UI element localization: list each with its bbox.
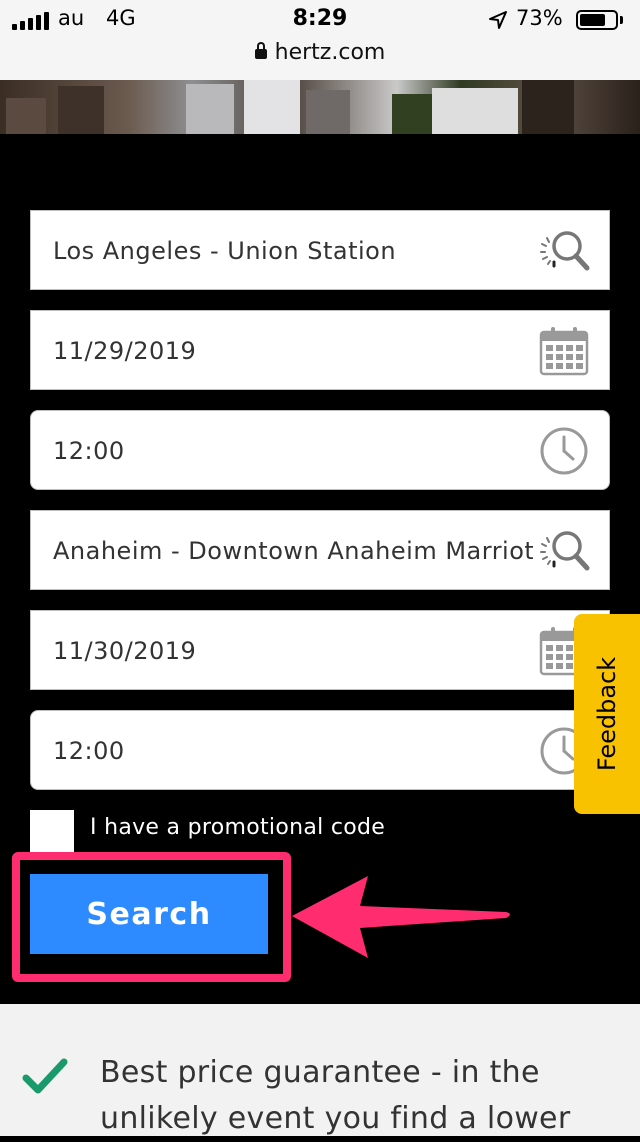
promo-code-label[interactable]: I have a promotional code (90, 815, 385, 840)
promo-code-checkbox[interactable] (30, 810, 74, 854)
battery-percent: 73% (516, 6, 563, 30)
pickup-time-value: 12:00 (53, 437, 125, 465)
hero-image (0, 80, 640, 134)
search-loading-icon (540, 531, 590, 571)
return-date-value: 11/30/2019 (53, 637, 197, 665)
location-arrow-icon (489, 11, 507, 29)
battery-tip (620, 16, 623, 24)
return-time-field[interactable]: 12:00 (30, 710, 610, 790)
url-text: hertz.com (274, 40, 386, 65)
pointer-arrow-icon (292, 876, 510, 958)
pickup-time-field[interactable]: 12:00 (30, 410, 610, 490)
battery-icon (576, 10, 618, 30)
pickup-location-field[interactable]: Los Angeles - Union Station (30, 210, 610, 290)
clock-icon (540, 427, 588, 475)
search-loading-icon (540, 231, 590, 271)
search-button[interactable]: Search (30, 874, 268, 954)
pickup-location-value: Los Angeles - Union Station (53, 237, 397, 265)
guarantee-section: Best price guarantee - in the unlikely e… (0, 1004, 640, 1136)
checkmark-icon (22, 1058, 68, 1094)
calendar-icon (539, 327, 589, 376)
return-location-value: Anaheim - Downtown Anaheim Marriott (53, 537, 533, 565)
pickup-date-field[interactable]: 11/29/2019 (30, 310, 610, 390)
guarantee-text: Best price guarantee - in the unlikely e… (100, 1055, 571, 1136)
pickup-date-value: 11/29/2019 (53, 337, 197, 365)
feedback-label: Feedback (593, 656, 621, 772)
return-location-field[interactable]: Anaheim - Downtown Anaheim Marriott (30, 510, 610, 590)
status-bar: au 4G 8:29 73% hertz.com (0, 0, 640, 80)
lock-icon (254, 42, 267, 59)
return-date-field[interactable]: 11/30/2019 (30, 610, 610, 690)
url-bar[interactable]: hertz.com (0, 40, 640, 65)
return-time-value: 12:00 (53, 737, 125, 765)
feedback-tab[interactable]: Feedback (574, 614, 640, 814)
battery-level-fill (580, 14, 605, 26)
